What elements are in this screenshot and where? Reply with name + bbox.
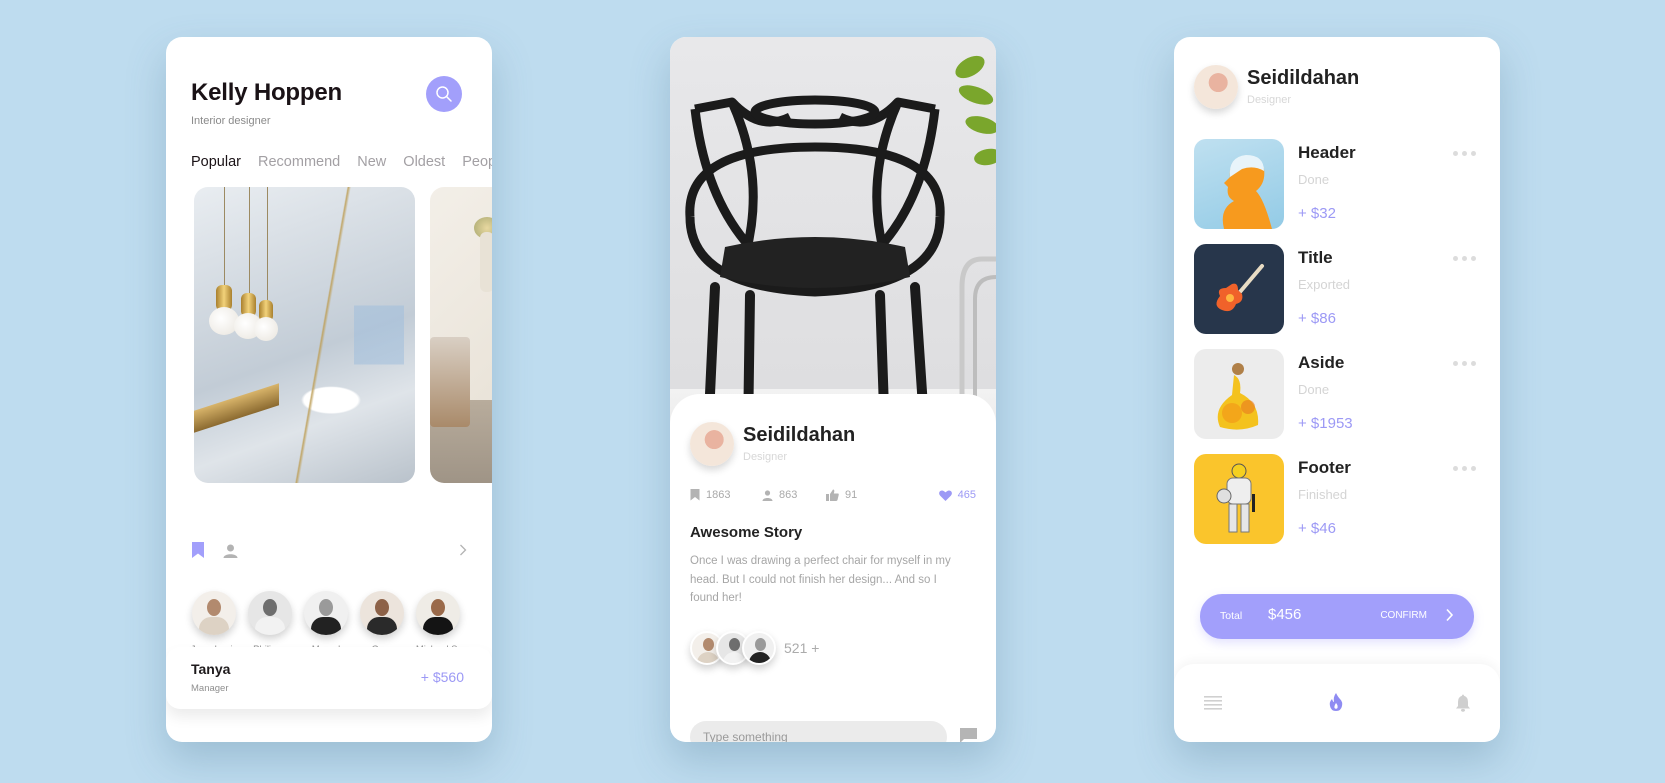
designer-profile-screen: Kelly Hoppen Interior designer Popular R… [166, 37, 492, 742]
bell-icon[interactable] [1456, 694, 1470, 712]
total-amount: $456 [1268, 606, 1302, 623]
item-status: Finished [1298, 487, 1348, 502]
person-item[interactable]: Michael S. [410, 591, 466, 655]
item-thumbnail [1194, 349, 1284, 439]
story-screen: Seidildahan Designer 1863 863 91 465 Awe… [670, 37, 996, 742]
author-avatar[interactable] [690, 422, 734, 466]
avatar [416, 591, 460, 635]
item-status: Done [1298, 172, 1330, 187]
story-stats: 1863 863 91 465 [690, 489, 976, 505]
followers-stat[interactable]: 863 [762, 489, 797, 501]
contact-amount: + $560 [420, 669, 464, 685]
person-icon[interactable] [223, 544, 238, 558]
heart-icon [938, 489, 952, 501]
story-title: Awesome Story [690, 524, 803, 541]
page-subtitle: Interior designer [191, 115, 271, 127]
author-role: Designer [743, 451, 788, 463]
likes-stat[interactable]: 465 [938, 489, 976, 501]
item-title: Aside [1298, 353, 1345, 372]
avatar [248, 591, 292, 635]
item-title: Footer [1298, 458, 1351, 477]
bookmark-count: 1863 [706, 489, 731, 501]
chevron-right-icon[interactable] [459, 544, 467, 556]
fire-icon[interactable] [1329, 693, 1343, 711]
message-icon[interactable] [960, 728, 977, 742]
person-item[interactable]: Philippe [242, 591, 298, 655]
item-thumbnail [1194, 454, 1284, 544]
total-label: Total [1220, 610, 1243, 622]
thumbs-stat[interactable]: 91 [826, 489, 857, 501]
followers-count: 863 [779, 489, 798, 501]
action-row [191, 542, 467, 562]
search-button[interactable] [426, 76, 462, 112]
orders-screen: Seidildahan Designer Header Done + $32 T… [1174, 37, 1500, 742]
order-item[interactable]: Title Exported + $86 [1194, 244, 1484, 349]
item-status: Done [1298, 382, 1330, 397]
bookmark-icon [690, 489, 700, 501]
story-body: Once I was drawing a perfect chair for m… [690, 555, 951, 604]
tab-new[interactable]: New [357, 154, 386, 170]
people-list: Jean-Louis Philippe Marcel Greg Michael … [186, 591, 476, 655]
bathroom-photo-card[interactable] [194, 187, 415, 483]
category-tabs: Popular Recommend New Oldest People [191, 154, 492, 170]
tab-recommend[interactable]: Recommend [258, 154, 340, 170]
likes-count: 465 [957, 489, 976, 501]
contact-card[interactable]: Tanya Manager + $560 [166, 647, 492, 709]
item-title: Header [1298, 143, 1356, 162]
bookmark-stat[interactable]: 1863 [690, 489, 730, 501]
item-price: + $32 [1298, 205, 1336, 222]
page-title: Kelly Hoppen [191, 79, 342, 106]
confirm-button[interactable]: Total $456 CONFIRM [1200, 594, 1474, 639]
living-room-photo-card[interactable] [430, 187, 492, 483]
item-thumbnail [1194, 244, 1284, 334]
item-status: Exported [1298, 277, 1351, 292]
menu-icon[interactable] [1204, 696, 1222, 710]
chair-illustration [685, 55, 996, 437]
tab-oldest[interactable]: Oldest [403, 154, 445, 170]
confirm-label: CONFIRM [1380, 610, 1427, 621]
chair-hero-image [670, 37, 996, 437]
person-item[interactable]: Greg [354, 591, 410, 655]
person-item[interactable]: Jean-Louis [186, 591, 242, 655]
order-list: Header Done + $32 Title Exported + $86 A… [1194, 139, 1484, 559]
contact-name: Tanya [191, 661, 231, 677]
item-thumbnail [1194, 139, 1284, 229]
bottom-navigation [1174, 664, 1500, 742]
profile-avatar[interactable] [1194, 65, 1238, 109]
avatar [360, 591, 404, 635]
person-item[interactable]: Marcel [298, 591, 354, 655]
participants-count: 521 + [784, 640, 820, 656]
item-price: + $1953 [1298, 415, 1353, 432]
author-name: Seidildahan [743, 424, 856, 446]
person-icon [762, 489, 773, 501]
avatar [192, 591, 236, 635]
more-options-icon[interactable] [1453, 466, 1476, 471]
thumbs-count: 91 [845, 489, 858, 501]
chevron-right-icon [1446, 608, 1454, 622]
avatar [742, 631, 776, 665]
more-options-icon[interactable] [1453, 361, 1476, 366]
order-item[interactable]: Footer Finished + $46 [1194, 454, 1484, 559]
comment-input[interactable] [690, 721, 947, 742]
avatar [304, 591, 348, 635]
photo-gallery[interactable] [194, 187, 492, 483]
order-item[interactable]: Aside Done + $1953 [1194, 349, 1484, 454]
more-options-icon[interactable] [1453, 151, 1476, 156]
tab-popular[interactable]: Popular [191, 154, 241, 170]
item-title: Title [1298, 248, 1333, 267]
participants-stack[interactable]: 521 + [690, 631, 819, 665]
story-card: Seidildahan Designer 1863 863 91 465 Awe… [670, 394, 996, 742]
item-price: + $86 [1298, 310, 1336, 327]
item-price: + $46 [1298, 520, 1336, 537]
order-item[interactable]: Header Done + $32 [1194, 139, 1484, 244]
profile-name: Seidildahan [1247, 67, 1360, 89]
thumbs-up-icon [826, 489, 839, 501]
search-icon [436, 86, 452, 102]
bookmark-icon[interactable] [191, 542, 205, 559]
tab-people[interactable]: People [462, 154, 492, 170]
more-options-icon[interactable] [1453, 256, 1476, 261]
profile-role: Designer [1247, 94, 1292, 106]
contact-role: Manager [191, 683, 229, 694]
